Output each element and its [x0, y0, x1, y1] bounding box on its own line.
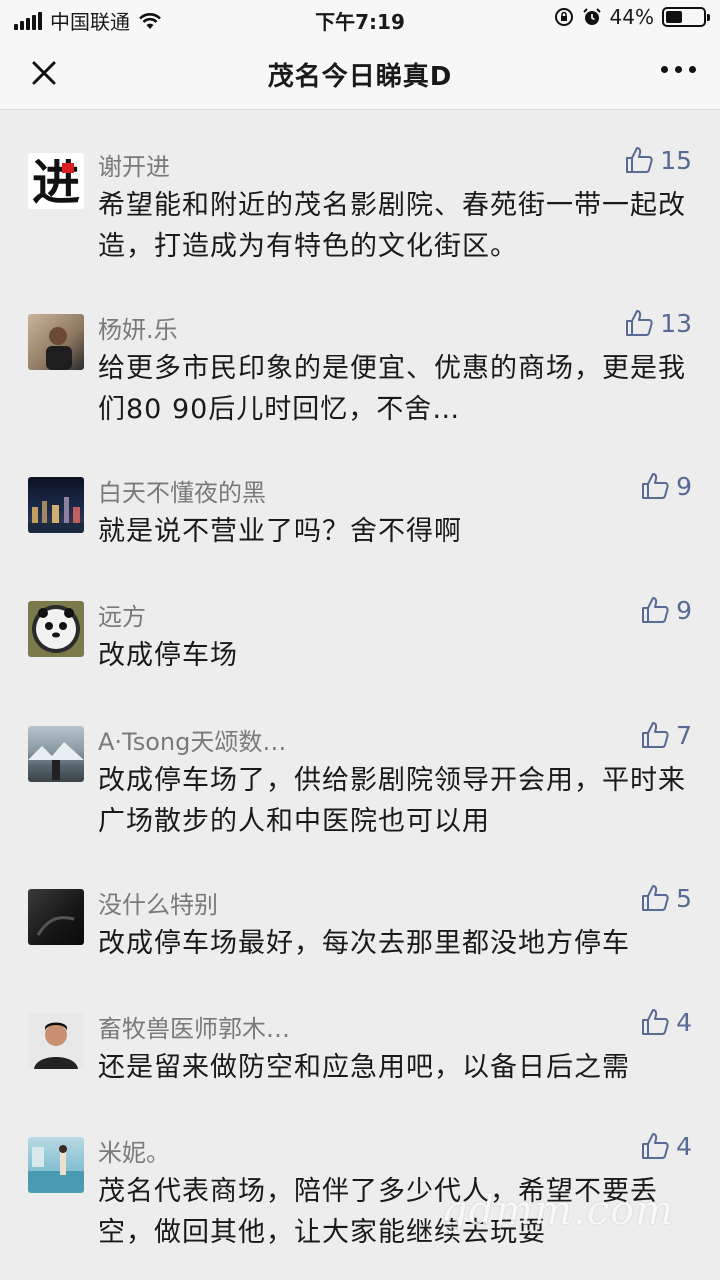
comment-text: 希望能和附近的茂名影剧院、春苑街一带一起改造，打造成为有特色的文化街区。 [98, 190, 686, 262]
commenter-name[interactable]: 没什么特别 [98, 885, 218, 920]
thumbs-up-icon [642, 1009, 669, 1035]
like-button[interactable]: 4 [640, 1131, 692, 1161]
like-count: 9 [676, 595, 692, 625]
thumbs-up-icon [626, 147, 653, 173]
landscape-avatar[interactable] [28, 726, 84, 782]
commenter-name[interactable]: 白天不懂夜的黑 [98, 473, 266, 508]
like-count: 4 [676, 1007, 692, 1037]
like-button[interactable]: 5 [640, 883, 692, 913]
comment-text: 改成停车场最好，每次去那里都没地方停车 [98, 928, 630, 959]
commenter-name[interactable]: 杨妍.乐 [98, 310, 178, 345]
navigation-bar: 茂名今日睇真D [0, 36, 720, 110]
comment-text: 改成停车场 [98, 640, 238, 671]
thumbs-up-icon [626, 310, 653, 336]
like-count: 5 [676, 883, 692, 913]
thumbs-up-icon [642, 597, 669, 623]
commenter-name[interactable]: 畜牧兽医师郭木… [98, 1009, 290, 1044]
commenter-name[interactable]: 谢开进 [98, 147, 170, 182]
like-count: 4 [676, 1131, 692, 1161]
comment-text: 还是留来做防空和应急用吧，以备日后之需 [98, 1052, 630, 1083]
like-count: 9 [676, 471, 692, 501]
thumbs-up-icon [642, 885, 669, 911]
night-city-avatar[interactable] [28, 477, 84, 533]
like-button[interactable]: 9 [640, 471, 692, 501]
rotation-lock-icon [554, 8, 573, 26]
portrait-avatar[interactable] [28, 1013, 84, 1069]
calligraphy-avatar[interactable]: 进 [28, 153, 84, 209]
like-button[interactable]: 9 [640, 595, 692, 625]
like-button[interactable]: 13 [624, 308, 692, 338]
thumbs-up-icon [642, 722, 669, 748]
like-button[interactable]: 15 [624, 145, 692, 175]
comment-text: 改成停车场了，供给影剧院领导开会用，平时来广场散步的人和中医院也可以用 [98, 765, 686, 837]
page-title: 茂名今日睇真D [267, 62, 453, 92]
comment-text: 就是说不营业了吗？舍不得啊 [98, 516, 462, 547]
comment-text: 给更多市民印象的是便宜、优惠的商场，更是我们80 90后儿时回忆，不舍… [98, 353, 686, 425]
commenter-name[interactable]: 米妮。 [98, 1133, 170, 1168]
commenter-name[interactable]: 远方 [98, 597, 146, 632]
battery-icon [662, 7, 710, 27]
battery-level [666, 11, 682, 23]
panda-badge-avatar[interactable] [28, 601, 84, 657]
alarm-icon [582, 8, 601, 25]
like-count: 13 [660, 308, 692, 338]
like-button[interactable]: 4 [640, 1007, 692, 1037]
battery-percent: 44% [609, 5, 654, 29]
commenter-name[interactable]: A·Tsong天颂数… [98, 722, 286, 757]
like-count: 7 [676, 720, 692, 750]
thumbs-up-icon [642, 473, 669, 499]
more-button[interactable] [661, 66, 696, 73]
dark-photo-avatar[interactable] [28, 889, 84, 945]
person-photo-avatar[interactable] [28, 314, 84, 370]
like-button[interactable]: 7 [640, 720, 692, 750]
watermark: gdmm.com [441, 1188, 674, 1234]
status-bar: 中国联通 下午7:19 44% [0, 0, 720, 36]
poolside-avatar[interactable] [28, 1137, 84, 1193]
more-icon [661, 66, 668, 73]
thumbs-up-icon [642, 1133, 669, 1159]
like-count: 15 [660, 145, 692, 175]
